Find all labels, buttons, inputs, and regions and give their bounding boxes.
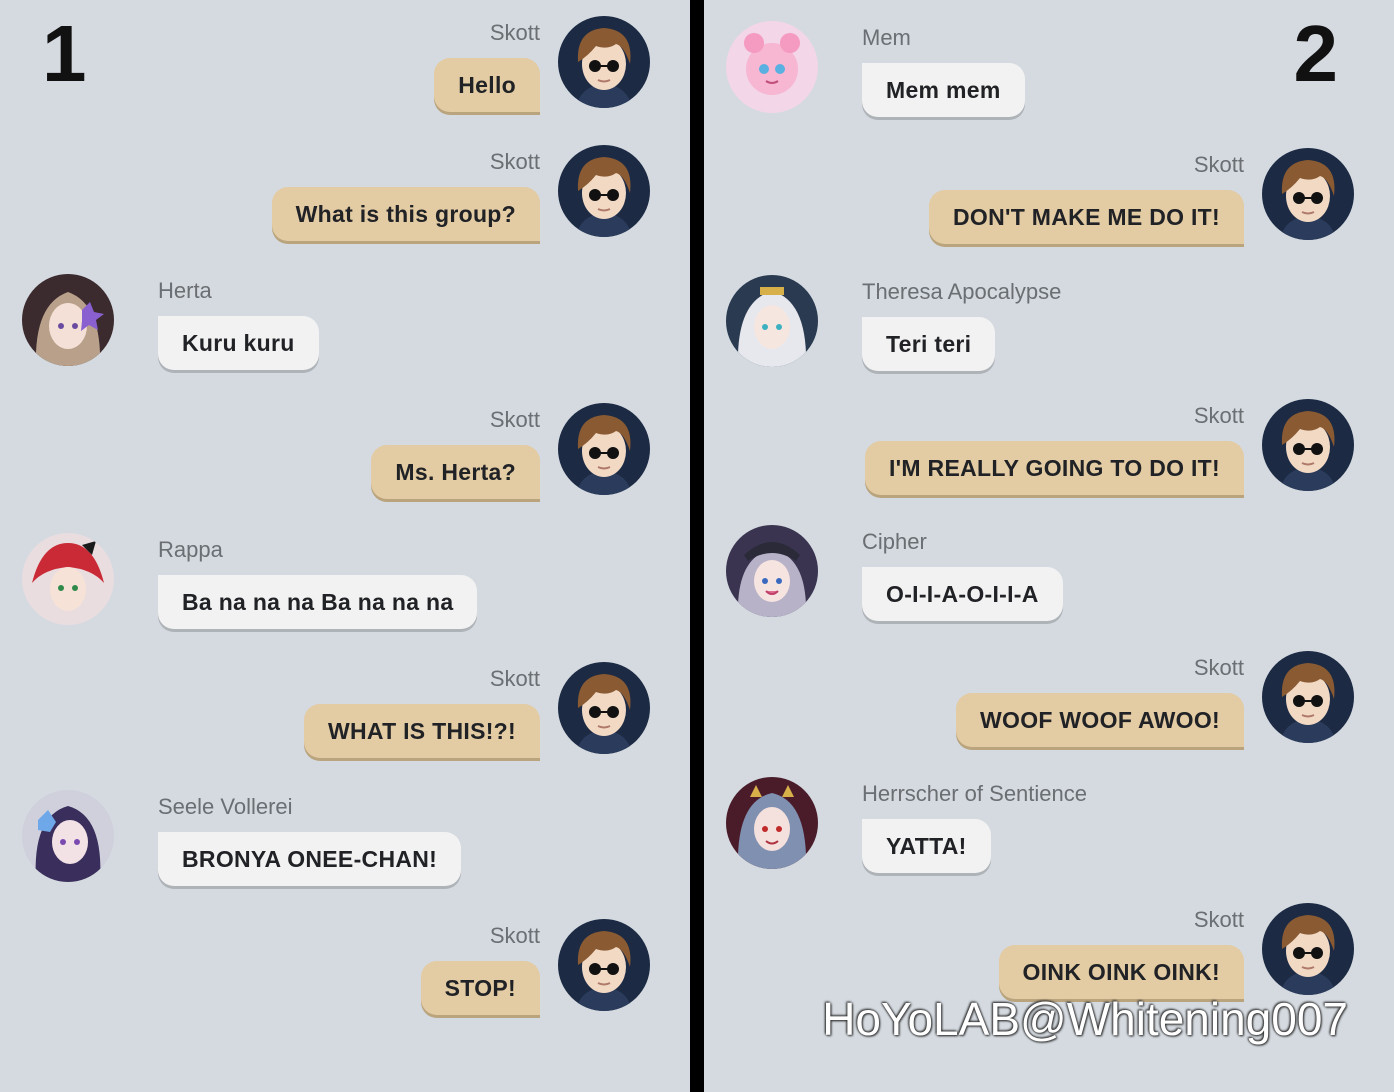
- chat-message: Herrscher of Sentience YATTA!: [726, 777, 1394, 881]
- sender-name[interactable]: Skott: [490, 149, 540, 175]
- sender-name[interactable]: Skott: [490, 666, 540, 692]
- sender-name[interactable]: Rappa: [158, 537, 223, 563]
- outgoing-message-bubble[interactable]: DON'T MAKE ME DO IT!: [928, 190, 1244, 244]
- outgoing-message-bubble[interactable]: STOP!: [420, 961, 540, 1015]
- skott-avatar[interactable]: [1262, 399, 1354, 491]
- chat-message: Skott WHAT IS THIS!?!: [0, 662, 670, 766]
- incoming-message-bubble[interactable]: Teri teri: [862, 317, 996, 371]
- sender-name[interactable]: Skott: [490, 20, 540, 46]
- skott-avatar[interactable]: [1262, 651, 1354, 743]
- chat-message: Skott Ms. Herta?: [0, 403, 670, 507]
- sender-name[interactable]: Skott: [1194, 403, 1244, 429]
- outgoing-message-bubble[interactable]: WOOF WOOF AWOO!: [956, 693, 1244, 747]
- chat-message: Seele Vollerei BRONYA ONEE-CHAN!: [22, 790, 690, 894]
- skott-avatar[interactable]: [1262, 903, 1354, 995]
- rappa-avatar[interactable]: [22, 533, 114, 625]
- chat-message: Skott WOOF WOOF AWOO!: [704, 651, 1374, 755]
- chat-message: Theresa Apocalypse Teri teri: [726, 275, 1394, 379]
- sender-name[interactable]: Skott: [1194, 655, 1244, 681]
- chat-panel-1: 1 Skott Hello Skott What is this group? He…: [0, 0, 690, 1092]
- watermark: HoYoLAB@Whitening007: [822, 993, 1348, 1045]
- chat-message: Skott DON'T MAKE ME DO IT!: [704, 148, 1374, 252]
- panel-divider: [690, 0, 704, 1092]
- cipher-avatar[interactable]: [726, 525, 818, 617]
- outgoing-message-bubble[interactable]: Hello: [434, 58, 540, 112]
- chat-message: Cipher O-I-I-A-O-I-I-A: [726, 525, 1394, 629]
- skott-avatar[interactable]: [558, 662, 650, 754]
- outgoing-message-bubble[interactable]: I'M REALLY GOING TO DO IT!: [864, 441, 1244, 495]
- incoming-message-bubble[interactable]: YATTA!: [862, 819, 991, 873]
- skott-avatar[interactable]: [558, 16, 650, 108]
- chat-message: Rappa Ba na na na Ba na na na: [22, 533, 690, 637]
- chat-message: Skott I'M REALLY GOING TO DO IT!: [704, 399, 1374, 503]
- sender-name[interactable]: Cipher: [862, 529, 927, 555]
- incoming-message-bubble[interactable]: Ba na na na Ba na na na: [158, 575, 478, 629]
- sender-name[interactable]: Skott: [1194, 907, 1244, 933]
- theresa-avatar[interactable]: [726, 275, 818, 367]
- sender-name[interactable]: Mem: [862, 25, 911, 51]
- sender-name[interactable]: Herta: [158, 278, 212, 304]
- outgoing-message-bubble[interactable]: WHAT IS THIS!?!: [303, 704, 540, 758]
- sender-name[interactable]: Skott: [1194, 152, 1244, 178]
- sender-name[interactable]: Seele Vollerei: [158, 794, 293, 820]
- incoming-message-bubble[interactable]: Mem mem: [862, 63, 1025, 117]
- chat-message: Skott Hello: [0, 16, 670, 120]
- seele-avatar[interactable]: [22, 790, 114, 882]
- incoming-message-bubble[interactable]: Kuru kuru: [158, 316, 319, 370]
- herta-avatar[interactable]: [22, 274, 114, 366]
- skott-avatar[interactable]: [1262, 148, 1354, 240]
- chat-message: Skott What is this group?: [0, 145, 670, 249]
- outgoing-message-bubble[interactable]: What is this group?: [271, 187, 540, 241]
- chat-message: Herta Kuru kuru: [22, 274, 690, 378]
- sender-name[interactable]: Skott: [490, 407, 540, 433]
- mem-avatar[interactable]: [726, 21, 818, 113]
- chat-message: Mem Mem mem: [726, 21, 1394, 125]
- skott-avatar[interactable]: [558, 403, 650, 495]
- sender-name[interactable]: Herrscher of Sentience: [862, 781, 1087, 807]
- herrscher-avatar[interactable]: [726, 777, 818, 869]
- chat-panel-2: 2 Mem Mem mem Skott DON'T MAKE ME DO IT! T…: [704, 0, 1394, 1092]
- sender-name[interactable]: Theresa Apocalypse: [862, 279, 1061, 305]
- incoming-message-bubble[interactable]: O-I-I-A-O-I-I-A: [862, 567, 1063, 621]
- skott-avatar[interactable]: [558, 145, 650, 237]
- sender-name[interactable]: Skott: [490, 923, 540, 949]
- skott-avatar[interactable]: [558, 919, 650, 1011]
- incoming-message-bubble[interactable]: BRONYA ONEE-CHAN!: [158, 832, 462, 886]
- chat-message: Skott STOP!: [0, 919, 670, 1023]
- outgoing-message-bubble[interactable]: OINK OINK OINK!: [998, 945, 1244, 999]
- outgoing-message-bubble[interactable]: Ms. Herta?: [371, 445, 540, 499]
